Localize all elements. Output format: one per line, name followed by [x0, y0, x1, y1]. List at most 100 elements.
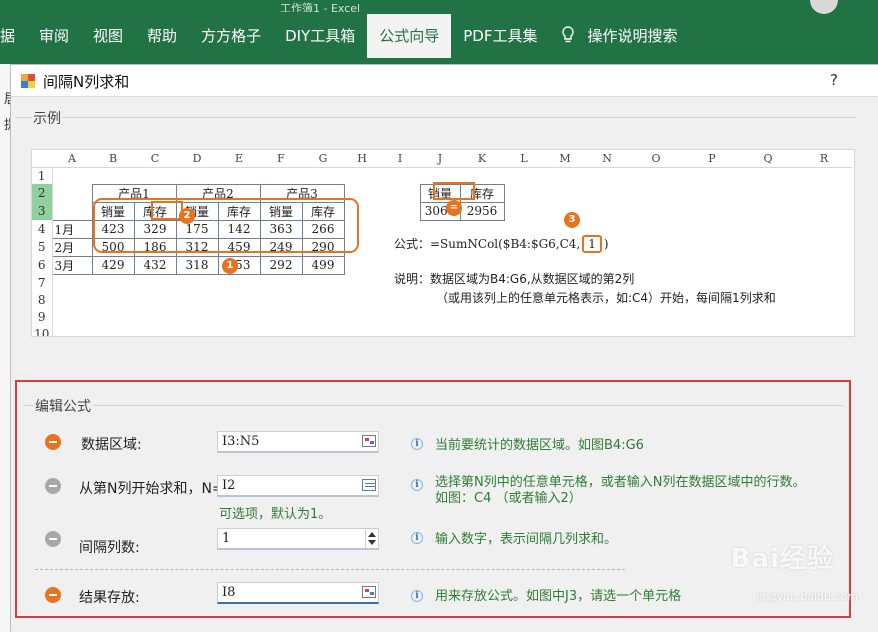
- start-column-label: 从第N列开始求和，N=: [79, 481, 224, 497]
- window-title-fragment: 工作簿1 - Excel: [280, 2, 361, 12]
- col-header: D: [176, 150, 218, 168]
- dialog-titlebar[interactable]: 间隔N列求和 ?: [11, 65, 878, 97]
- row-header: 1: [32, 167, 53, 184]
- start-column-hint-example: 如图：C4 （或者输入2）: [435, 491, 582, 506]
- result-location-input[interactable]: I8: [217, 582, 379, 604]
- help-button[interactable]: ?: [830, 71, 838, 89]
- range-select-icon[interactable]: [362, 435, 376, 447]
- data-cell: 432: [133, 255, 177, 275]
- interval-spinner[interactable]: [365, 530, 377, 548]
- data-cell: 429: [91, 255, 135, 275]
- sub-header: 销量: [91, 201, 135, 221]
- row-header: 4: [32, 220, 53, 238]
- account-avatar[interactable]: [810, 0, 838, 14]
- formula-suffix: ): [603, 237, 609, 251]
- example-description-line1: 说明：数据区域为B4:G6,从数据区域的第2列: [394, 272, 635, 286]
- tab-help[interactable]: 帮助: [135, 14, 189, 58]
- data-cell: 500: [91, 237, 135, 257]
- range-select-icon[interactable]: [362, 586, 376, 598]
- tab-view[interactable]: 视图: [81, 14, 135, 58]
- tell-me-search[interactable]: 操作说明搜索: [549, 14, 689, 58]
- info-icon: i: [411, 590, 423, 602]
- info-icon: i: [411, 438, 423, 450]
- data-range-label: 数据区域:: [81, 437, 142, 453]
- separator: [35, 569, 625, 570]
- sub-header: 库存: [217, 201, 261, 221]
- start-column-value: I2: [222, 478, 236, 493]
- badge-start-column: 2: [179, 208, 195, 224]
- col-header: P: [684, 150, 740, 168]
- formula-interval-arg: 1: [582, 235, 602, 253]
- data-cell: 459: [217, 237, 261, 257]
- step-1-icon: [45, 434, 61, 450]
- data-cell: 292: [259, 255, 303, 275]
- month-label: 1月: [51, 219, 93, 239]
- col-header: K: [460, 150, 504, 168]
- lightbulb-icon: [562, 26, 575, 43]
- col-header: M: [544, 150, 586, 168]
- formula-prefix: 公式：=SumNCol($B4:$G6,C4,: [394, 237, 581, 251]
- tab-ffcell[interactable]: 方方格子: [189, 14, 273, 58]
- info-icon: i: [411, 532, 423, 544]
- edit-formula-highlight-frame: [15, 380, 851, 618]
- product-header: 产品2: [175, 183, 261, 203]
- result-header: 库存: [459, 183, 505, 203]
- sub-header: 销量: [259, 201, 303, 221]
- col-header: E: [218, 150, 260, 168]
- data-range-input[interactable]: I3:N5: [217, 431, 379, 453]
- step-4-icon: [45, 587, 61, 603]
- data-range-value: I3:N5: [222, 434, 260, 449]
- example-group-label: 示例: [31, 108, 63, 128]
- result-location-label: 结果存放:: [79, 590, 140, 606]
- grid-select-icon[interactable]: [362, 479, 376, 491]
- interval-label: 间隔列数:: [79, 540, 140, 556]
- ribbon-tab-bar: 据 审阅 视图 帮助 方方格子 DIY工具箱 公式向导 PDF工具集 操作说明搜…: [0, 14, 689, 58]
- data-cell: 318: [175, 255, 219, 275]
- excel-ribbon: 工作簿1 - Excel 据 审阅 视图 帮助 方方格子 DIY工具箱 公式向导…: [0, 0, 878, 64]
- row-header: 10: [32, 325, 53, 336]
- info-icon: i: [411, 479, 423, 491]
- example-description-line2: （或用该列上的任意单元格表示，如:C4）开始，每间隔1列求和: [436, 291, 776, 305]
- spin-down-icon[interactable]: [367, 540, 376, 545]
- example-formula: 公式：=SumNCol($B4:$G6,C4, 1): [394, 235, 609, 253]
- start-column-input[interactable]: I2: [217, 475, 379, 497]
- month-label: 2月: [51, 237, 93, 257]
- row-header: 6: [32, 256, 53, 274]
- tell-me-label: 操作说明搜索: [587, 27, 678, 45]
- row-header: 3: [32, 202, 53, 220]
- tab-formula-wizard[interactable]: 公式向导: [367, 14, 452, 58]
- spin-up-icon[interactable]: [367, 532, 376, 537]
- row-header: 5: [32, 238, 53, 256]
- col-header: B: [92, 150, 134, 168]
- step-3-icon: [45, 531, 61, 547]
- col-header: N: [586, 150, 628, 168]
- sheet-row: 9: [32, 308, 852, 325]
- tab-data[interactable]: 据: [0, 14, 27, 58]
- badge-interval: 3: [564, 212, 580, 228]
- sheet-row: 1: [32, 167, 852, 184]
- data-cell: 266: [301, 219, 345, 239]
- sub-header: 库存: [301, 201, 345, 221]
- data-cell: 329: [133, 219, 177, 239]
- interval-spin-input[interactable]: 1: [217, 528, 379, 550]
- sum-every-n-columns-dialog: 间隔N列求和 ? 示例 A B C D E F G H I J K L M N …: [10, 64, 878, 632]
- data-range-hint: 当前要统计的数据区域。如图B4:G6: [435, 438, 644, 453]
- tab-review[interactable]: 审阅: [27, 14, 81, 58]
- sub-header: 库存: [133, 201, 177, 221]
- tab-pdf-tools[interactable]: PDF工具集: [451, 14, 549, 58]
- badge-data-range: 1: [222, 258, 238, 274]
- data-cell: 423: [91, 219, 135, 239]
- tab-diy-toolbox[interactable]: DIY工具箱: [273, 14, 367, 58]
- data-cell: 249: [259, 237, 303, 257]
- step-2-icon: [45, 478, 61, 494]
- col-header: R: [796, 150, 852, 168]
- edit-group-label: 编辑公式: [33, 396, 93, 416]
- edit-group-line: [23, 405, 843, 406]
- data-cell: 290: [301, 237, 345, 257]
- product-header: 产品3: [259, 183, 345, 203]
- dialog-title: 间隔N列求和: [43, 73, 130, 91]
- col-header: J: [420, 150, 460, 168]
- col-header: Q: [740, 150, 796, 168]
- result-location-value: I8: [222, 585, 236, 600]
- row-header: 7: [32, 274, 53, 291]
